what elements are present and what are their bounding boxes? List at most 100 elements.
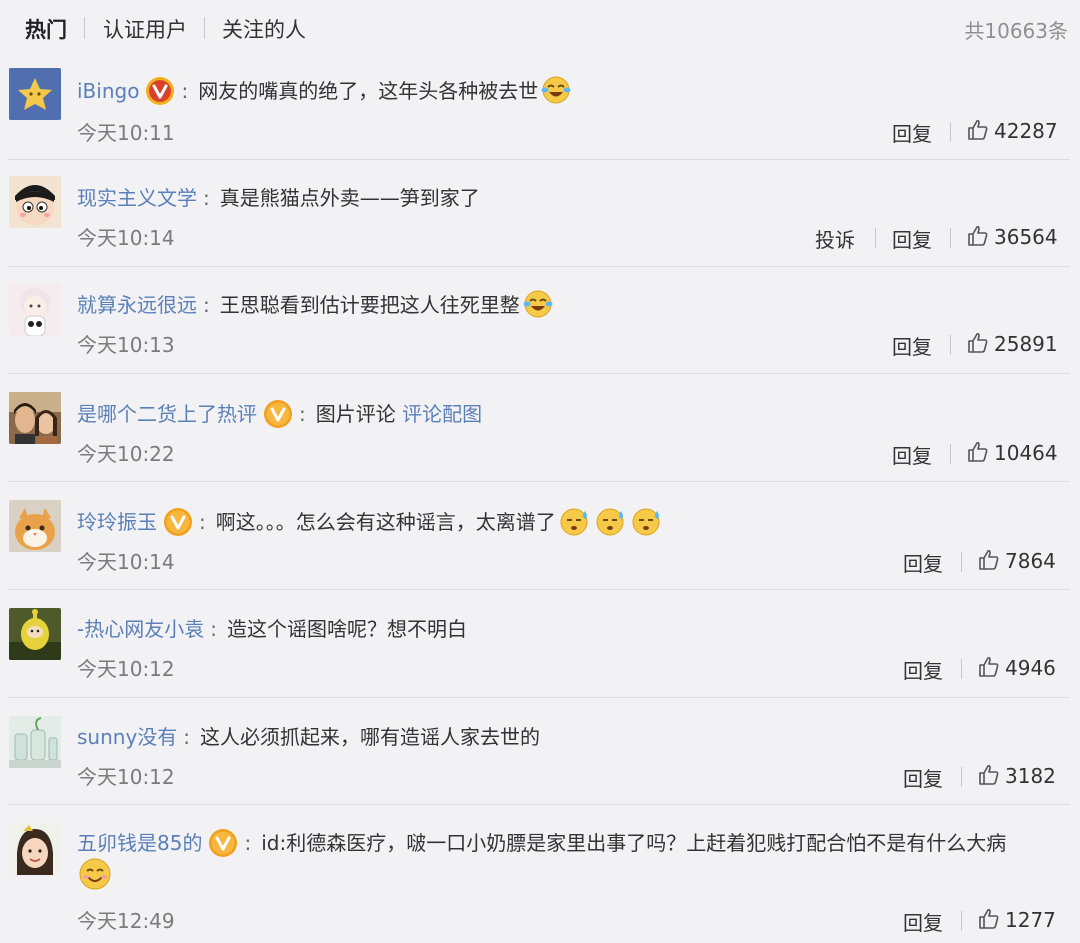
avatar[interactable] [9, 716, 61, 768]
tab-divider [84, 17, 85, 39]
comment-item: iBingo: 网友的嘴真的绝了，这年头各种被去世 今天10:11 回复 4228… [0, 56, 1080, 160]
gold-verified-badge-icon [208, 828, 238, 858]
comment-line: iBingo: 网友的嘴真的绝了，这年头各种被去世 [77, 75, 572, 109]
like-button[interactable]: 36564 [966, 225, 1058, 251]
username-link[interactable]: 就算永远很远 [77, 293, 197, 317]
username-link[interactable]: 是哪个二货上了热评 [77, 402, 257, 426]
like-count: 25891 [994, 332, 1058, 356]
tab-following[interactable]: 关注的人 [222, 14, 306, 44]
like-button[interactable]: 4946 [977, 656, 1056, 682]
report-button[interactable]: 投诉 [815, 224, 855, 253]
comment-item: 现实主义文学: 真是熊猫点外卖——笋到家了 今天10:14 投诉 回复 36564 [0, 160, 1080, 267]
comment-time: 今天10:11 [77, 121, 175, 145]
comment-text: 王思聪看到估计要把这人往死里整 [219, 293, 520, 317]
action-divider [950, 122, 951, 142]
avatar[interactable] [9, 284, 61, 336]
comment-line: 是哪个二货上了热评: 图片评论 评论配图 [77, 398, 482, 431]
thumbs-up-icon [977, 656, 1005, 680]
colon: : [203, 293, 210, 317]
reply-button[interactable]: 回复 [892, 440, 932, 469]
comment-line: 五卯钱是85的: id:利德森医疗，啵一口小奶膘是家里出事了吗？上赶着犯贱打配合怕… [77, 827, 1006, 860]
reply-button[interactable]: 回复 [892, 118, 932, 147]
action-divider [961, 552, 962, 572]
comment-time: 今天10:22 [77, 442, 175, 466]
like-count: 10464 [994, 441, 1058, 465]
username-link[interactable]: 现实主义文学 [77, 186, 197, 210]
reply-button[interactable]: 回复 [903, 655, 943, 684]
comment-text: 这人必须抓起来，哪有造谣人家去世的 [200, 725, 541, 749]
colon: : [210, 617, 217, 641]
sweat-emoji-icon [630, 505, 664, 537]
laugh-cry-emoji-icon [522, 288, 554, 320]
username-link[interactable]: iBingo [77, 79, 139, 103]
comment-line: -热心网友小袁: 造这个谣图啥呢？想不明白 [77, 613, 467, 642]
reply-button[interactable]: 回复 [903, 548, 943, 577]
comment-time: 今天10:14 [77, 226, 175, 250]
username-link[interactable]: sunny没有 [77, 725, 177, 749]
action-divider [875, 228, 876, 248]
gold-verified-badge-icon [263, 399, 293, 429]
username-link[interactable]: 玲玲振玉 [77, 510, 157, 534]
username-link[interactable]: 五卯钱是85的 [77, 831, 202, 855]
tab-divider [204, 17, 205, 39]
comment-line: sunny没有: 这人必须抓起来，哪有造谣人家去世的 [77, 721, 540, 750]
username-link[interactable]: -热心网友小袁 [77, 617, 204, 641]
comment-item: -热心网友小袁: 造这个谣图啥呢？想不明白 今天10:12 回复 4946 [0, 590, 1080, 697]
avatar[interactable] [9, 176, 61, 228]
like-button[interactable]: 10464 [966, 441, 1058, 467]
reply-button[interactable]: 回复 [903, 763, 943, 792]
comment-item: 玲玲振玉: 啊这。。。怎么会有这种谣言，太离谱了 今天10:14 回复 7864 [0, 482, 1080, 590]
comment-item: 就算永远很远: 王思聪看到估计要把这人往死里整 今天10:13 回复 25891 [0, 267, 1080, 374]
thumbs-up-icon [966, 225, 994, 249]
comment-text: 真是熊猫点外卖——笋到家了 [219, 186, 480, 210]
comment-line: 就算永远很远: 王思聪看到估计要把这人往死里整 [77, 289, 554, 323]
action-divider [950, 444, 951, 464]
avatar[interactable] [9, 608, 61, 660]
like-count: 42287 [994, 119, 1058, 143]
reply-button[interactable]: 回复 [892, 331, 932, 360]
comment-item: sunny没有: 这人必须抓起来，哪有造谣人家去世的 今天10:12 回复 318… [0, 698, 1080, 805]
reply-button[interactable]: 回复 [903, 907, 943, 936]
thumbs-up-icon [966, 119, 994, 143]
avatar[interactable] [9, 500, 61, 552]
like-button[interactable]: 3182 [977, 764, 1056, 790]
comment-time: 今天12:49 [77, 909, 175, 933]
like-count: 4946 [1005, 656, 1056, 680]
colon: : [299, 402, 306, 426]
action-divider [950, 228, 951, 248]
like-button[interactable]: 25891 [966, 332, 1058, 358]
thumbs-up-icon [977, 549, 1005, 573]
comment-time: 今天10:12 [77, 765, 175, 789]
comment-total-count: 共10663条 [964, 19, 1068, 43]
like-button[interactable]: 42287 [966, 119, 1058, 145]
colon: : [183, 725, 191, 749]
smile-emoji-icon [77, 856, 113, 892]
comment-filter-tabs: 热门 认证用户 关注的人 共10663条 [0, 0, 1080, 56]
like-count: 3182 [1005, 764, 1056, 788]
avatar[interactable] [9, 392, 61, 444]
thumbs-up-icon [977, 908, 1005, 932]
thumbs-up-icon [977, 764, 1005, 788]
red-verified-badge-icon [145, 76, 175, 106]
tab-verified-users[interactable]: 认证用户 [103, 14, 187, 44]
like-button[interactable]: 1277 [977, 908, 1056, 934]
comment-time: 今天10:14 [77, 550, 175, 574]
comment-text: 啊这。。。怎么会有这种谣言，太离谱了 [215, 510, 556, 534]
sweat-emoji-icon [558, 505, 592, 537]
colon: : [181, 79, 189, 103]
avatar[interactable] [9, 823, 61, 875]
reply-button[interactable]: 回复 [892, 224, 932, 253]
comment-time: 今天10:13 [77, 333, 175, 357]
action-divider [950, 335, 951, 355]
like-count: 7864 [1005, 549, 1056, 573]
action-divider [961, 767, 962, 787]
avatar[interactable] [9, 68, 61, 120]
comment-text: 造这个谣图啥呢？想不明白 [226, 617, 467, 641]
tab-hot[interactable]: 热门 [25, 14, 67, 44]
comment-image-link[interactable]: 评论配图 [402, 402, 482, 426]
action-divider [961, 911, 962, 931]
thumbs-up-icon [966, 332, 994, 356]
comment-line: 现实主义文学: 真是熊猫点外卖——笋到家了 [77, 182, 480, 211]
like-button[interactable]: 7864 [977, 549, 1056, 575]
like-count: 36564 [994, 225, 1058, 249]
